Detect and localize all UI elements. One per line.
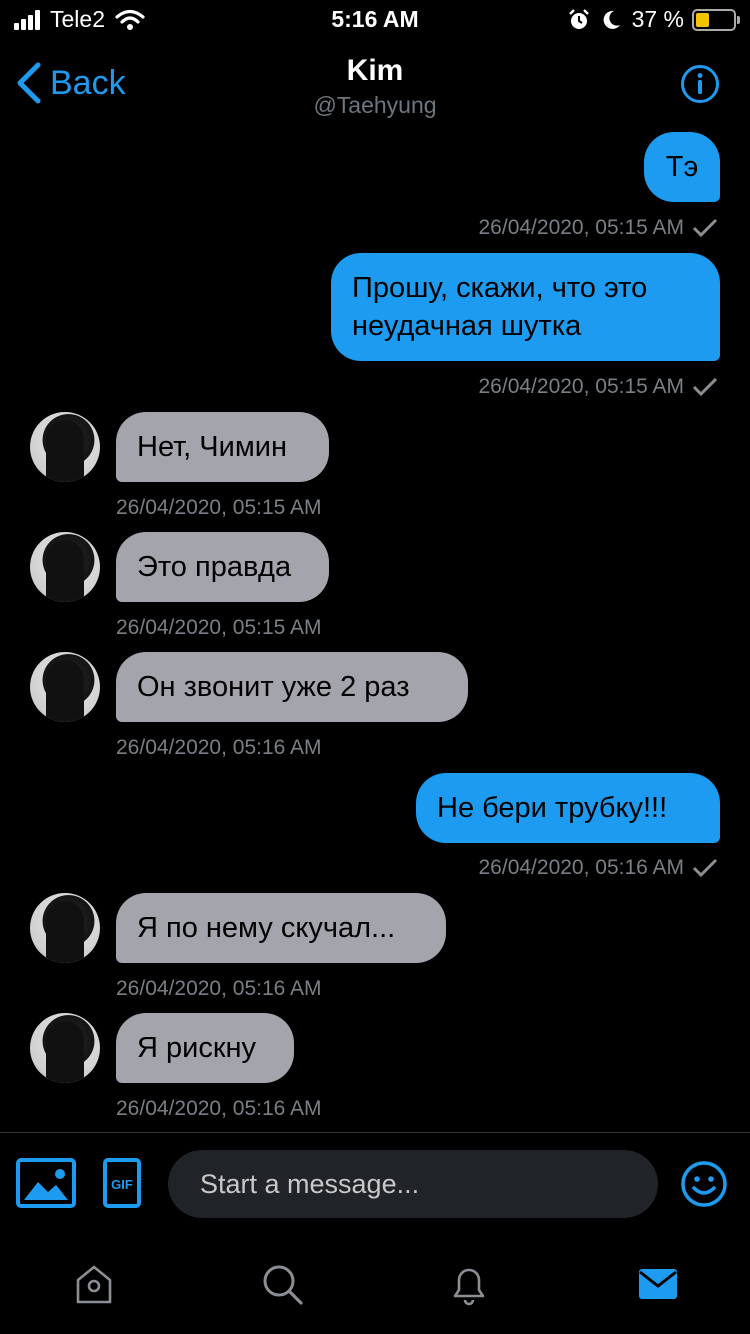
message-timestamp: 26/04/2020, 05:16 AM [116,1097,322,1120]
avatar-figure [46,540,84,602]
conversation-title: Kim [346,54,404,87]
message-text: Тэ [665,151,699,183]
timestamp-text: 26/04/2020, 05:16 AM [478,856,685,879]
message-bubble-incoming[interactable]: Это правда [116,532,329,602]
timestamp-text: 26/04/2020, 05:15 AM [478,216,685,239]
message-bubble-incoming[interactable]: Нет, Чимин [116,412,329,482]
message-timestamp: 26/04/2020, 05:15 AM [116,616,322,639]
message-text: Я рискну [137,1032,257,1064]
composer-divider [0,1132,750,1133]
message-timestamp: 26/04/2020, 05:15 AM [116,496,322,519]
message-text: Это правда [137,551,292,583]
home-icon[interactable] [72,1262,116,1306]
avatar[interactable] [30,1013,100,1083]
message-timestamp: 26/04/2020, 05:15 AM [479,375,719,399]
battery-fill [696,12,709,27]
message-timestamp: 26/04/2020, 05:16 AM [116,977,322,1000]
message-bubble-incoming[interactable]: Я по нему скучал... [116,893,446,963]
message-bubble-outgoing[interactable]: Прошу, скажи, что это неудачная шутка [331,253,720,361]
message-bubble-incoming[interactable]: Я рискну [116,1013,294,1083]
gif-icon[interactable]: GIF [103,1158,141,1208]
notifications-icon[interactable] [447,1262,491,1306]
avatar-figure [46,1021,84,1083]
battery-percent: 37 % [631,6,684,32]
search-icon[interactable] [260,1262,304,1306]
message-text: Он звонит уже 2 раз [137,671,410,703]
conversation-header: Back Kim @Taehyung [0,40,750,130]
message-bubble-outgoing[interactable]: Не бери трубку!!! [416,773,720,843]
message-timestamp: 26/04/2020, 05:16 AM [479,856,719,880]
avatar[interactable] [30,412,100,482]
message-input[interactable] [168,1150,658,1218]
message-text-line: неудачная шутка [352,310,582,342]
conversation-handle: @Taehyung [313,92,437,118]
message-bubble-outgoing[interactable]: Тэ [644,132,720,202]
avatar[interactable] [30,532,100,602]
timestamp-text: 26/04/2020, 05:15 AM [478,375,685,398]
avatar[interactable] [30,652,100,722]
image-icon[interactable] [16,1158,76,1208]
emoji-icon[interactable] [680,1160,728,1208]
message-text: Нет, Чимин [137,431,287,463]
alarm-icon [568,8,589,29]
message-text: Не бери трубку!!! [437,792,668,824]
gif-label: GIF [111,1177,133,1192]
message-bubble-incoming[interactable]: Он звонит уже 2 раз [116,652,468,722]
avatar[interactable] [30,893,100,963]
dm-conversation-screen: Tele2 5:16 AM 37 % Back Kim @Taehyung Тэ… [0,0,750,1334]
avatar-figure [46,901,84,963]
status-right: 37 % [568,6,740,33]
moon-icon [603,10,620,29]
status-bar: Tele2 5:16 AM 37 % [0,0,750,40]
info-icon[interactable] [680,64,720,104]
message-timestamp: 26/04/2020, 05:15 AM [479,216,719,240]
avatar-figure [46,660,84,722]
message-text: Я по нему скучал... [137,912,396,944]
message-timestamp: 26/04/2020, 05:16 AM [116,736,322,759]
avatar-figure [46,420,84,482]
read-check-icon [692,859,718,878]
battery-icon [692,8,740,31]
message-text-line: Прошу, скажи, что это [352,272,648,304]
read-check-icon [692,219,718,238]
messages-icon[interactable] [636,1262,680,1306]
read-check-icon [692,378,718,397]
